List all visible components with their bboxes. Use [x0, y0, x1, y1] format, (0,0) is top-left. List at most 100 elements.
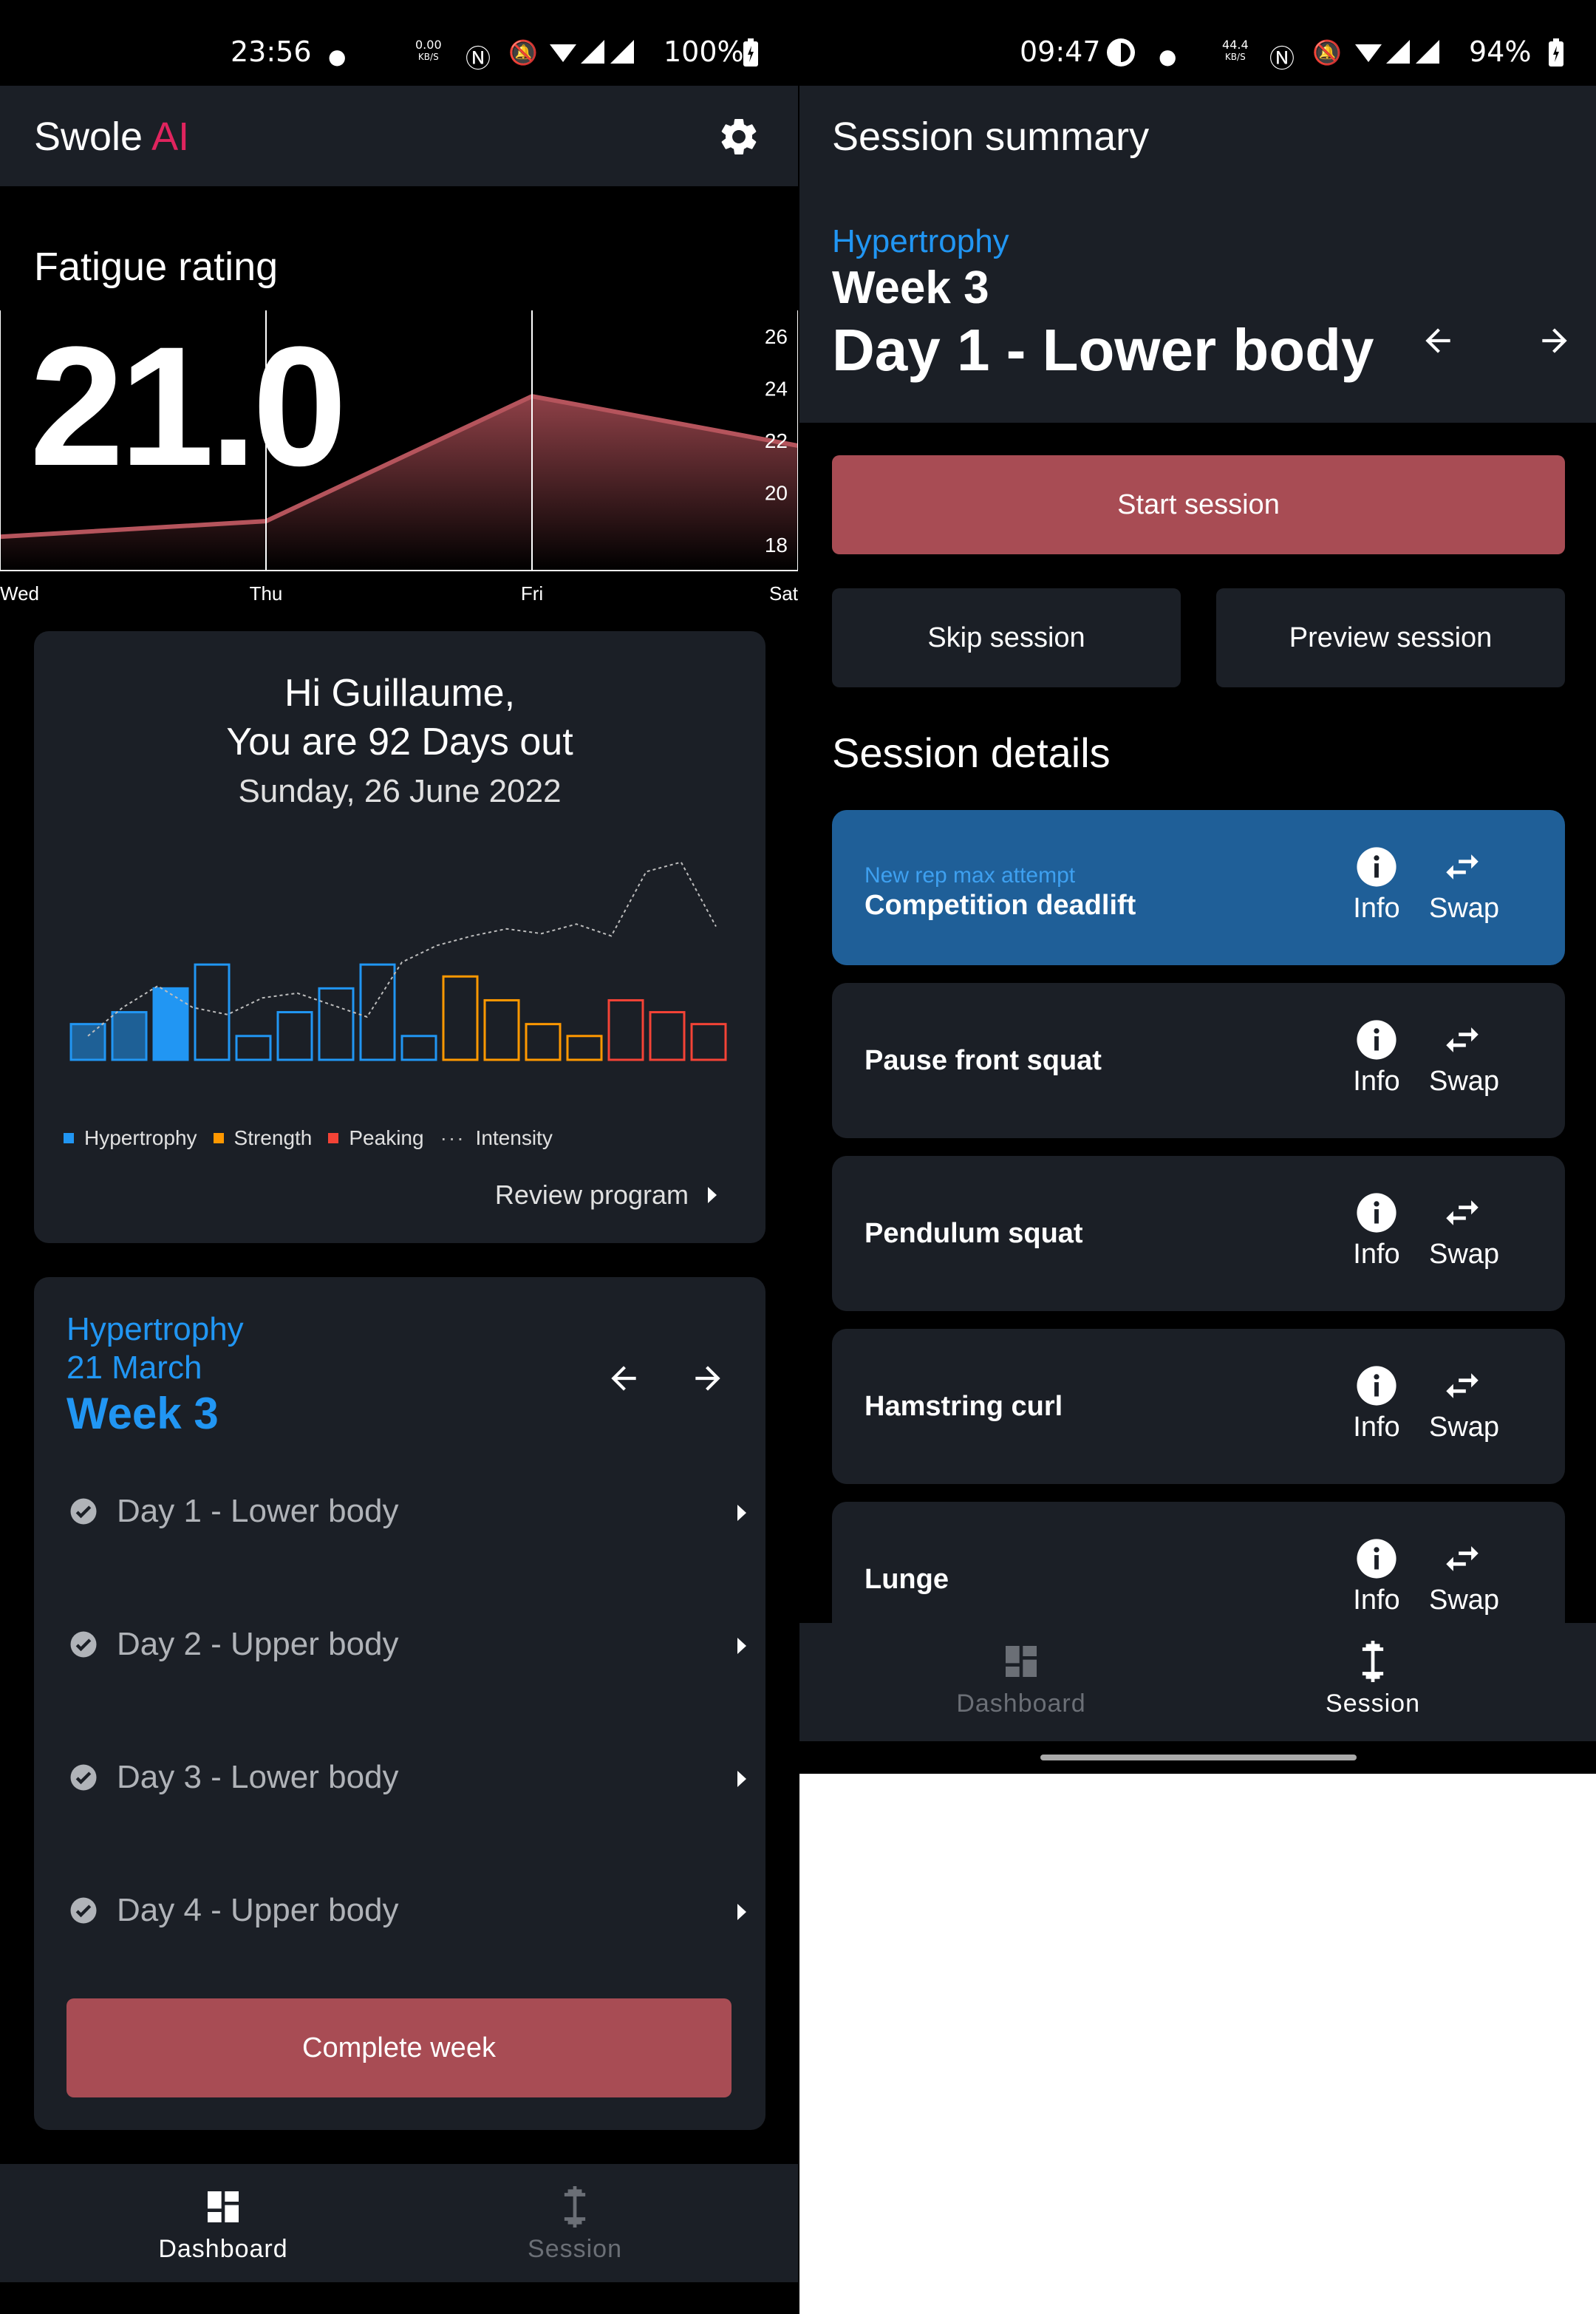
arrow-left-icon[interactable]: [603, 1360, 644, 1397]
battery-icon: [743, 38, 758, 67]
day-row-3[interactable]: Day 3 - Lower body: [68, 1744, 765, 1818]
info-icon: [1357, 1193, 1396, 1233]
skip-session-button[interactable]: Skip session: [832, 588, 1181, 687]
swap-button[interactable]: Swap: [1429, 1537, 1499, 1616]
net-speed: 44.4 KB/S: [1222, 38, 1249, 62]
program-bar-hypertrophy: [194, 963, 231, 1061]
swap-label: Swap: [1429, 1066, 1500, 1097]
program-bar-hypertrophy: [276, 1011, 313, 1061]
preview-session-button[interactable]: Preview session: [1216, 588, 1565, 687]
app-notification-icon: [1107, 38, 1135, 67]
bottom-nav: Dashboard Session: [799, 1623, 1596, 1741]
swap-icon: [1446, 854, 1479, 879]
legend-swatch-intensity: ···: [440, 1126, 466, 1149]
info-button[interactable]: Info: [1343, 1018, 1410, 1098]
home-indicator[interactable]: [1040, 1755, 1357, 1760]
signal-icon: [550, 40, 634, 64]
week-card: Hypertrophy 21 March Week 3 Day 1 - Lowe…: [34, 1277, 765, 2130]
program-bar-strength: [525, 1023, 562, 1061]
settings-gear-icon[interactable]: [717, 115, 761, 159]
session-summary-screen: 09:47 ● 44.4 KB/S Ⓝ 🔕 94% Session summary…: [799, 0, 1596, 2314]
app-bar: Swole AI: [0, 86, 798, 186]
fatigue-label: Fatigue rating: [34, 245, 279, 289]
nav-dashboard[interactable]: Dashboard: [112, 2186, 334, 2264]
program-bar-hypertrophy: [235, 1035, 272, 1061]
program-bar-strength: [483, 998, 520, 1061]
nfc-icon: Ⓝ: [466, 44, 491, 74]
exercise-list: New rep max attempt Competition deadlift…: [799, 810, 1596, 1623]
dashboard-icon: [208, 2191, 239, 2222]
info-button[interactable]: Info: [1343, 1191, 1410, 1270]
legend-swatch-hypertrophy: [64, 1133, 74, 1143]
info-label: Info: [1353, 893, 1400, 924]
app-title: Swole AI: [34, 115, 190, 159]
swap-icon: [1446, 1546, 1479, 1571]
info-label: Info: [1353, 1066, 1400, 1097]
y-tick-label: 20: [765, 481, 788, 504]
day-row-4[interactable]: Day 4 - Upper body: [68, 1877, 765, 1951]
fatigue-value: 21.0: [30, 311, 347, 501]
exercise-row-2[interactable]: Pause front squat Info Swap: [832, 983, 1565, 1138]
nav-session-label: Session: [1326, 1689, 1420, 1718]
day-title: Day 1 - Lower body: [832, 317, 1374, 383]
day-row-2[interactable]: Day 2 - Upper body: [68, 1611, 765, 1685]
info-icon: [1357, 1539, 1396, 1579]
swap-label: Swap: [1429, 1412, 1500, 1443]
info-label: Info: [1353, 1412, 1400, 1443]
y-tick-label: 26: [765, 325, 788, 348]
info-label: Info: [1353, 1239, 1400, 1270]
x-tick-label: Sat: [769, 582, 798, 605]
nav-session[interactable]: Session: [1262, 1641, 1484, 1718]
legend-peaking: Peaking: [349, 1126, 424, 1149]
program-bar-strength: [442, 975, 479, 1061]
mute-icon: 🔕: [1312, 38, 1342, 67]
nav-session[interactable]: Session: [464, 2186, 686, 2264]
day-label: Day 3 - Lower body: [117, 1759, 399, 1795]
status-bar: 09:47 ● 44.4 KB/S Ⓝ 🔕 94%: [799, 0, 1596, 86]
review-program-link[interactable]: Review program: [495, 1180, 718, 1211]
program-bar-hypertrophy: [111, 1011, 148, 1061]
swap-button[interactable]: Swap: [1429, 1364, 1500, 1443]
dumbbell-icon: [1362, 1641, 1384, 1682]
program-bar-peaking: [607, 998, 644, 1061]
exercise-name: Pendulum squat: [864, 1218, 1083, 1249]
arrow-left-icon[interactable]: [1417, 322, 1459, 359]
y-tick-label: 22: [765, 429, 788, 452]
caret-right-icon: [737, 1904, 746, 1920]
greeting-card: Hi Guillaume, You are 92 Days out Sunday…: [34, 631, 765, 1243]
start-session-button[interactable]: Start session: [832, 455, 1565, 554]
x-tick-label: Thu: [250, 582, 283, 605]
x-tick-label: Wed: [0, 582, 39, 605]
swap-label: Swap: [1429, 893, 1500, 924]
info-button[interactable]: Info: [1343, 845, 1410, 925]
arrow-right-icon[interactable]: [1534, 322, 1575, 359]
swap-button[interactable]: Swap: [1429, 1018, 1500, 1098]
day-row-1[interactable]: Day 1 - Lower body: [68, 1478, 765, 1552]
complete-week-button[interactable]: Complete week: [66, 1998, 732, 2097]
day-label: Day 4 - Upper body: [117, 1892, 399, 1928]
info-icon: [1357, 1366, 1396, 1406]
greeting-name: Hi Guillaume,: [284, 672, 516, 715]
swap-button[interactable]: Swap: [1429, 1191, 1500, 1270]
info-button[interactable]: Info: [1343, 1364, 1410, 1443]
exercise-row-1[interactable]: New rep max attempt Competition deadlift…: [832, 810, 1565, 965]
nav-dashboard[interactable]: Dashboard: [910, 1641, 1132, 1718]
exercise-row-5[interactable]: Lunge Info Swap: [832, 1502, 1565, 1623]
exercise-row-3[interactable]: Pendulum squat Info Swap: [832, 1156, 1565, 1311]
legend-hypertrophy: Hypertrophy: [84, 1126, 197, 1149]
swap-label: Swap: [1429, 1239, 1500, 1270]
mute-icon: 🔕: [508, 38, 538, 67]
page-title: Session summary: [832, 115, 1150, 159]
caret-right-icon: [737, 1638, 746, 1654]
program-name: Hypertrophy: [832, 223, 1009, 259]
info-icon: [1357, 847, 1396, 887]
arrow-right-icon[interactable]: [687, 1360, 729, 1397]
dashboard-icon: [1006, 1646, 1037, 1677]
swap-button[interactable]: Swap: [1429, 845, 1500, 925]
info-button[interactable]: Info: [1343, 1537, 1410, 1616]
program-bar-peaking: [649, 1011, 686, 1061]
signal-icon: [1355, 40, 1439, 64]
legend-intensity: Intensity: [475, 1126, 553, 1149]
exercise-row-4[interactable]: Hamstring curl Info Swap: [832, 1329, 1565, 1484]
battery-text: 94%: [1469, 35, 1532, 68]
